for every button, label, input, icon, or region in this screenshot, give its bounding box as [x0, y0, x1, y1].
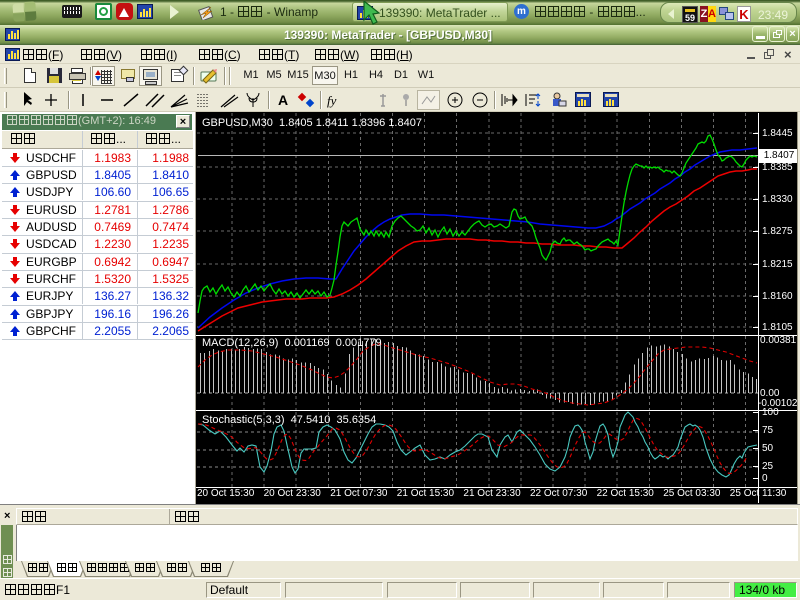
- svg-text:A: A: [278, 92, 288, 108]
- svg-text:fy: fy: [327, 93, 337, 108]
